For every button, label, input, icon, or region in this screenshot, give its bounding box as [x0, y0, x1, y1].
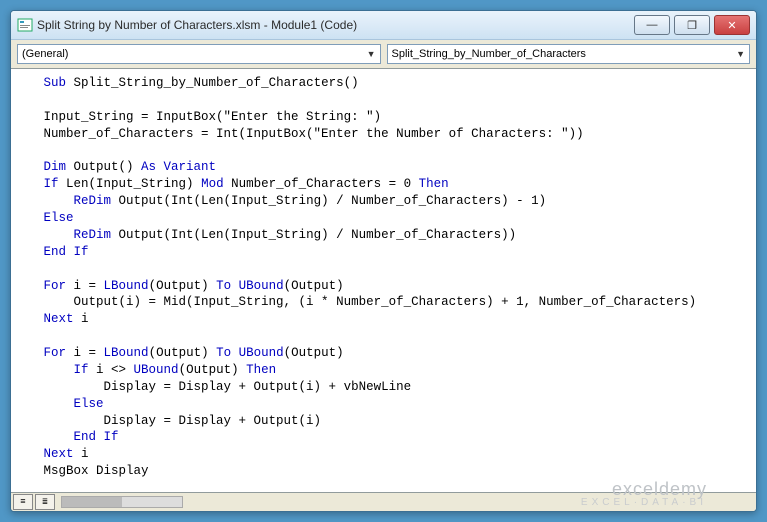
chevron-down-icon: ▼	[736, 49, 745, 59]
object-dropdown-value: (General)	[22, 48, 68, 60]
object-dropdown[interactable]: (General) ▼	[17, 44, 381, 64]
horizontal-scrollbar[interactable]	[61, 496, 183, 508]
full-module-view-button[interactable]: ≣	[35, 494, 55, 510]
procedure-view-button[interactable]: ≡	[13, 494, 33, 510]
window-control-buttons: — ❐ ✕	[634, 15, 750, 35]
code-pane[interactable]: Sub Split_String_by_Number_of_Characters…	[11, 69, 756, 492]
scrollbar-thumb[interactable]	[62, 497, 122, 507]
object-procedure-bar: (General) ▼ Split_String_by_Number_of_Ch…	[11, 40, 756, 69]
code-pane-footer: ≡ ≣	[11, 492, 756, 511]
vba-module-icon	[17, 17, 33, 33]
titlebar[interactable]: Split String by Number of Characters.xls…	[11, 11, 756, 40]
minimize-button[interactable]: —	[634, 15, 670, 35]
chevron-down-icon: ▼	[367, 49, 376, 59]
maximize-button[interactable]: ❐	[674, 15, 710, 35]
procedure-dropdown-value: Split_String_by_Number_of_Characters	[392, 48, 586, 60]
procedure-dropdown[interactable]: Split_String_by_Number_of_Characters ▼	[387, 44, 751, 64]
close-button[interactable]: ✕	[714, 15, 750, 35]
code-text[interactable]: Sub Split_String_by_Number_of_Characters…	[11, 69, 756, 492]
vba-code-window: Split String by Number of Characters.xls…	[10, 10, 757, 512]
window-title: Split String by Number of Characters.xls…	[33, 18, 634, 32]
